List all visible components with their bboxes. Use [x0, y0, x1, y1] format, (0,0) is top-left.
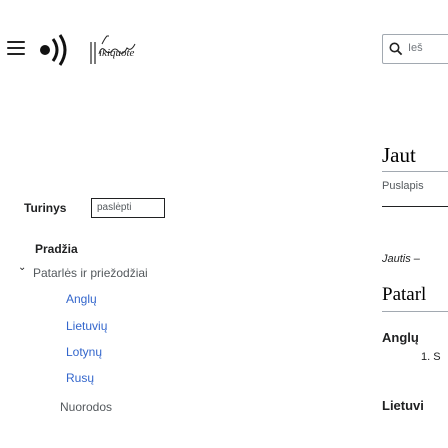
- page-title: Jaut: [382, 143, 416, 167]
- wikiquote-logo-icon[interactable]: [33, 27, 79, 73]
- toc-subitem-latin[interactable]: Lotynų: [66, 345, 102, 359]
- toc-item-references[interactable]: Nuorodos: [60, 400, 112, 414]
- toc-subitem-english[interactable]: Anglų: [66, 292, 97, 306]
- list-item: 1. S: [421, 351, 441, 363]
- search-placeholder: Ieš: [408, 42, 423, 54]
- chevron-down-icon[interactable]: ⌄: [18, 262, 26, 273]
- search-icon: [389, 42, 403, 56]
- subsection-heading-lithuanian: Lietuvi: [382, 398, 424, 413]
- subsection-heading-english: Anglų: [382, 330, 419, 345]
- search-input[interactable]: Ieš: [382, 34, 448, 64]
- tab-page[interactable]: Puslapis: [382, 180, 424, 192]
- toc-item-section[interactable]: Patarlės ir priežodžiai: [33, 266, 148, 280]
- menu-icon[interactable]: [7, 41, 25, 55]
- hide-contents-button[interactable]: paslėpti: [91, 198, 165, 218]
- section-divider: [382, 311, 448, 312]
- section-heading: Patarl: [382, 284, 427, 305]
- tab-divider: [382, 206, 448, 207]
- contents-label: Turinys: [24, 201, 67, 215]
- article-lead: Jautis –: [382, 253, 420, 265]
- wikiquote-wordmark: ikiquote: [90, 35, 136, 64]
- title-divider: [382, 171, 448, 172]
- toc-subitem-lithuanian[interactable]: Lietuvių: [66, 319, 107, 333]
- toc-item-start[interactable]: Pradžia: [35, 242, 78, 256]
- svg-text:ikiquote: ikiquote: [99, 47, 135, 59]
- toc-subitem-russian[interactable]: Rusų: [66, 371, 94, 385]
